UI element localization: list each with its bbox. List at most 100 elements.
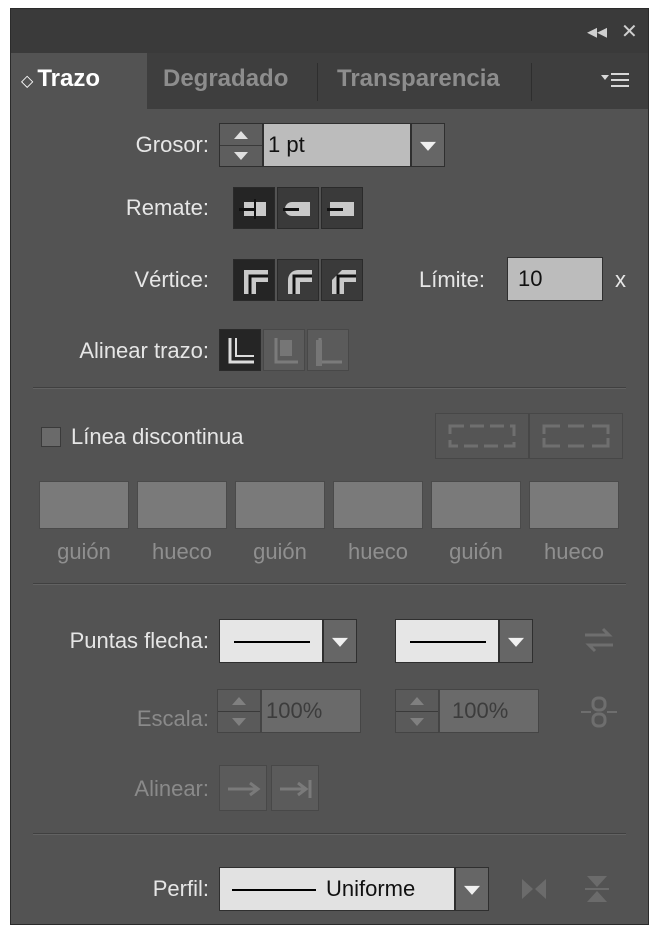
arrow-tip-end-button[interactable] — [271, 765, 319, 811]
panel-menu-icon[interactable] — [601, 71, 631, 93]
align-stroke-outside-button[interactable] — [307, 329, 349, 371]
gap-2-input[interactable] — [333, 481, 423, 529]
end-arrowhead-dropdown-button[interactable] — [499, 619, 533, 663]
stepper-down-icon[interactable] — [220, 145, 262, 166]
align-inside-icon — [274, 338, 298, 364]
end-scale-input[interactable]: 100% — [439, 689, 539, 733]
arrow-place-icon — [280, 780, 312, 798]
gap-1-label: hueco — [152, 539, 212, 564]
tab-label: Trazo — [37, 65, 100, 92]
tab-label: Transparencia — [337, 65, 500, 92]
stepper-up-icon[interactable] — [218, 690, 260, 712]
limit-unit: x — [615, 267, 626, 292]
scale-label: Escala: — [136, 706, 209, 731]
dash-align-corners-button[interactable] — [529, 413, 623, 459]
projecting-cap-button[interactable] — [321, 187, 363, 229]
round-cap-icon — [283, 202, 310, 216]
round-cap-button[interactable] — [277, 187, 319, 229]
tab-transparencia[interactable]: Transparencia — [337, 53, 537, 109]
limit-label: Límite: — [419, 267, 486, 292]
miter-join-button[interactable] — [233, 259, 275, 301]
link-scale-icon[interactable] — [579, 695, 619, 729]
chevron-down-icon — [332, 637, 348, 647]
gap-3-input[interactable] — [529, 481, 619, 529]
collapse-panel-button[interactable]: ◂◂ — [587, 19, 607, 44]
flip-across-icon[interactable] — [583, 873, 611, 905]
round-join-button[interactable] — [277, 259, 319, 301]
align-stroke-inside-button[interactable] — [263, 329, 305, 371]
dash-align-corners-icon — [542, 424, 610, 448]
dash-3-label: guión — [449, 539, 503, 564]
arrowhead-line-preview — [410, 641, 486, 643]
weight-stepper[interactable] — [219, 123, 263, 167]
butt-cap-icon — [239, 199, 266, 219]
align-outside-icon — [316, 338, 342, 366]
corner-label: Vértice: — [134, 267, 209, 292]
chevron-down-icon — [464, 885, 480, 895]
dashed-line-checkbox[interactable] — [41, 427, 61, 447]
tab-label: Degradado — [163, 65, 289, 92]
tab-divider — [317, 63, 318, 101]
chevron-down-icon — [508, 637, 524, 647]
miter-limit-input[interactable]: 10 — [507, 257, 603, 301]
start-arrowhead-dropdown-button[interactable] — [323, 619, 357, 663]
end-arrowhead-select[interactable] — [395, 619, 499, 663]
weight-input[interactable]: 1 pt — [263, 123, 411, 167]
miter-join-icon — [244, 270, 268, 294]
start-arrowhead-select[interactable] — [219, 619, 323, 663]
bevel-join-icon — [332, 270, 356, 294]
profile-value: Uniforme — [326, 876, 416, 901]
align-stroke-label: Alinear trazo: — [79, 338, 209, 363]
tab-bar: ◇ Trazo Degradado Transparencia — [11, 53, 648, 109]
dash-3-input[interactable] — [431, 481, 521, 529]
profile-label: Perfil: — [152, 876, 209, 901]
tab-trazo[interactable]: ◇ Trazo — [11, 53, 147, 109]
panel-title-bar: ◂◂ ✕ — [11, 9, 648, 53]
arrow-tip-extend-button[interactable] — [219, 765, 267, 811]
cap-label: Remate: — [125, 195, 209, 220]
stepper-up-icon[interactable] — [220, 124, 262, 146]
profile-dropdown-button[interactable] — [455, 867, 489, 911]
arrowhead-line-preview — [234, 641, 310, 643]
flip-along-icon[interactable] — [519, 875, 549, 903]
round-join-icon — [288, 270, 312, 294]
dashed-line-label: Línea discontinua — [71, 424, 244, 449]
stroke-panel: ◂◂ ✕ ◇ Trazo Degradado Transparencia Gros… — [10, 8, 649, 925]
section-divider — [33, 833, 626, 835]
section-divider — [33, 583, 626, 585]
weight-label: Grosor: — [135, 132, 209, 157]
align-center-icon — [228, 338, 254, 364]
weight-dropdown-button[interactable] — [411, 123, 445, 167]
sort-arrows-icon: ◇ — [21, 73, 34, 90]
chevron-down-icon — [420, 141, 436, 151]
dash-2-label: guión — [253, 539, 307, 564]
projecting-cap-icon — [327, 202, 354, 216]
butt-cap-button[interactable] — [233, 187, 275, 229]
tab-degradado[interactable]: Degradado — [163, 53, 313, 109]
stepper-up-icon[interactable] — [396, 690, 438, 712]
align-stroke-center-button[interactable] — [219, 329, 261, 371]
dash-1-input[interactable] — [39, 481, 129, 529]
gap-2-label: hueco — [348, 539, 408, 564]
section-divider — [33, 387, 626, 389]
profile-line-preview — [232, 889, 316, 891]
tab-divider — [531, 63, 532, 101]
gap-1-input[interactable] — [137, 481, 227, 529]
arrow-extend-icon — [228, 781, 261, 797]
stepper-down-icon[interactable] — [396, 711, 438, 732]
swap-arrowheads-icon[interactable] — [581, 625, 617, 655]
dash-exact-icon — [448, 424, 516, 448]
arrow-align-label: Alinear: — [134, 776, 209, 801]
width-profile-select[interactable]: Uniforme — [219, 867, 455, 911]
close-panel-button[interactable]: ✕ — [621, 19, 638, 44]
stepper-down-icon[interactable] — [218, 711, 260, 732]
dash-preserve-exact-button[interactable] — [435, 413, 529, 459]
end-scale-stepper[interactable] — [395, 689, 439, 733]
start-scale-stepper[interactable] — [217, 689, 261, 733]
start-scale-input[interactable]: 100% — [261, 689, 361, 733]
arrowheads-label: Puntas flecha: — [69, 628, 209, 653]
bevel-join-button[interactable] — [321, 259, 363, 301]
dash-2-input[interactable] — [235, 481, 325, 529]
gap-3-label: hueco — [544, 539, 604, 564]
dash-1-label: guión — [57, 539, 111, 564]
